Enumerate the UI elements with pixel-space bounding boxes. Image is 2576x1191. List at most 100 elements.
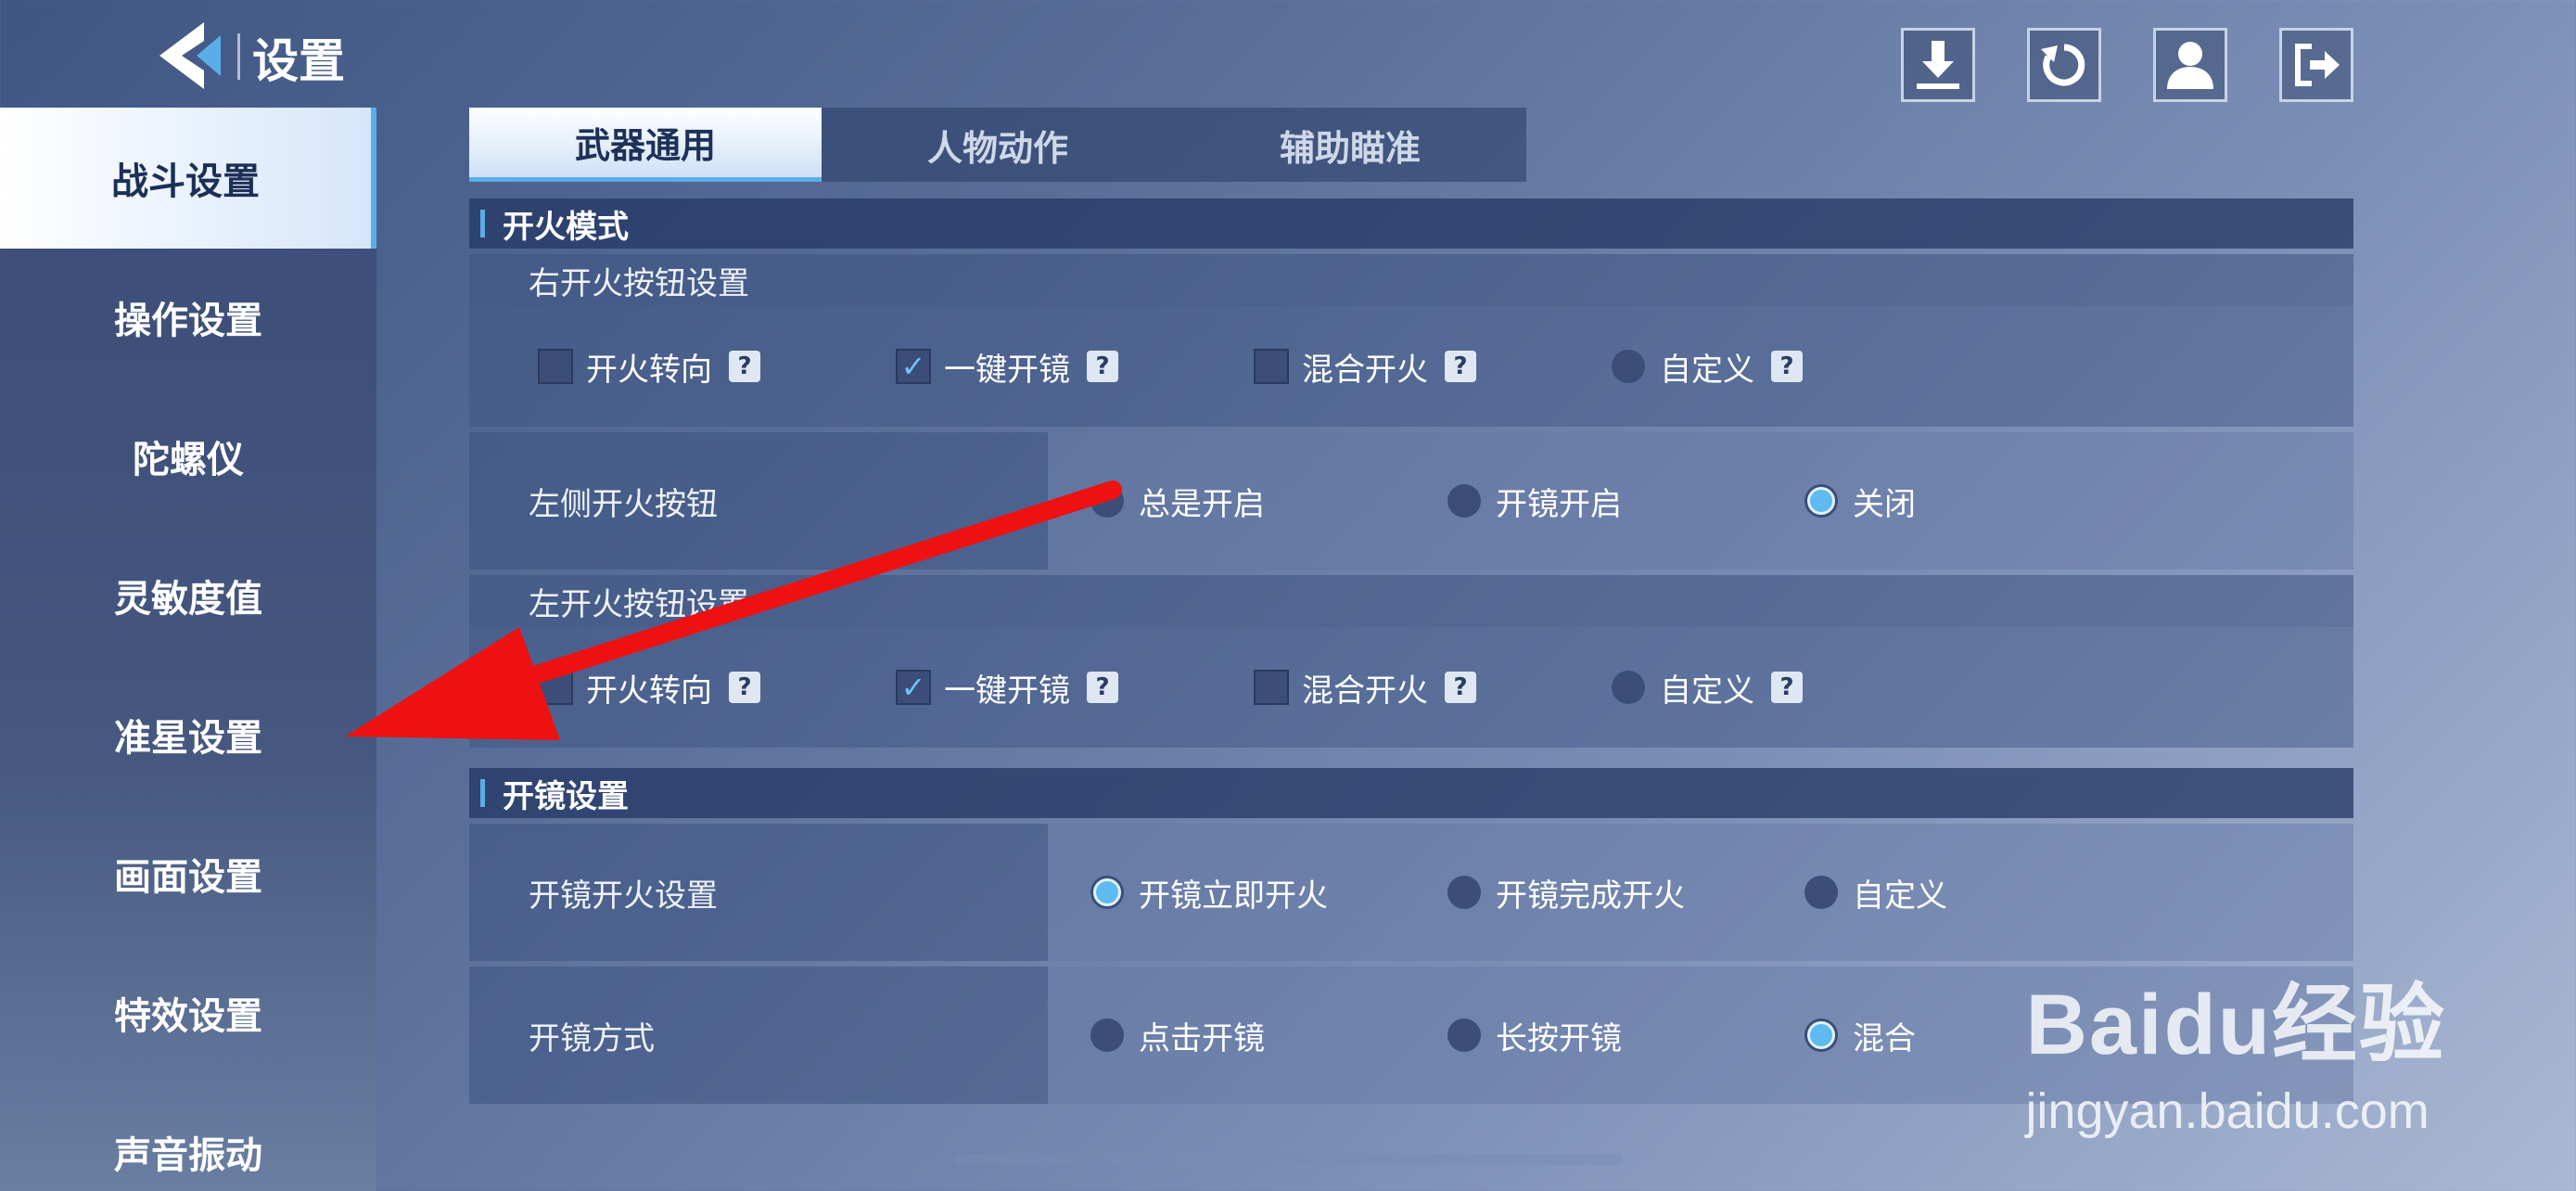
option-fire-turn[interactable]: 开火转向 ?: [538, 665, 896, 711]
option-label: 点击开镜: [1139, 1019, 1265, 1057]
left-side-fire-row: 左侧开火按钮 总是开启 开镜开启 关闭: [469, 432, 2353, 570]
tab-weapon-general[interactable]: 武器通用: [469, 108, 822, 182]
exit-icon[interactable]: [2279, 28, 2353, 102]
reset-icon[interactable]: [2027, 28, 2101, 102]
radio[interactable]: [1090, 1018, 1124, 1052]
option-label: 自定义: [1660, 672, 1754, 710]
sidebar-item-label: 声音振动: [114, 1134, 262, 1177]
help-icon[interactable]: ?: [729, 672, 760, 703]
radio[interactable]: [1090, 484, 1124, 518]
scope-fire-row: 开镜开火设置 开镜立即开火 开镜完成开火 自定义: [469, 824, 2353, 961]
sidebar-item-gyroscope[interactable]: 陀螺仪: [0, 386, 376, 527]
sidebar-item-audio[interactable]: 声音振动: [0, 1082, 376, 1191]
option-custom[interactable]: 自定义: [1804, 870, 2162, 916]
radio-selected[interactable]: [1090, 876, 1124, 909]
option-label: 开火转向: [586, 351, 712, 389]
help-icon[interactable]: ?: [1445, 672, 1476, 703]
help-icon[interactable]: ?: [1445, 351, 1476, 382]
option-label: 长按开镜: [1496, 1019, 1622, 1057]
option-label: 总是开启: [1139, 485, 1265, 523]
option-label: 开火转向: [586, 672, 712, 710]
left-fire-options: 开火转向 ? ✓ 一键开镜 ? 混合开火 ? 自定义 ?: [469, 627, 2353, 748]
section-scope: 开镜设置: [469, 768, 2353, 818]
scope-fire-label: 开镜开火设置: [469, 824, 1048, 961]
radio[interactable]: [1612, 671, 1645, 704]
option-always-on[interactable]: 总是开启: [1090, 479, 1447, 524]
sidebar-item-label: 画面设置: [114, 856, 262, 899]
left-fire-button-label: 左开火按钮设置: [469, 575, 2353, 627]
option-label: 关闭: [1853, 485, 1916, 523]
sidebar-item-crosshair[interactable]: 准星设置: [0, 664, 376, 805]
right-fire-button-label: 右开火按钮设置: [469, 254, 2353, 306]
option-hold-scope[interactable]: 长按开镜: [1447, 1013, 1804, 1058]
sidebar-item-label: 操作设置: [114, 300, 262, 342]
help-icon[interactable]: ?: [729, 351, 760, 382]
watermark-url: jingyan.baidu.com: [2025, 1083, 2429, 1139]
sidebar: 战斗设置 操作设置 陀螺仪 灵敏度值 准星设置 画面设置 特效设置 声音振动: [0, 108, 376, 1191]
sidebar-item-label: 灵敏度值: [114, 578, 262, 621]
download-icon[interactable]: [1901, 28, 1975, 102]
option-scope-instant-fire[interactable]: 开镜立即开火: [1090, 870, 1447, 916]
sidebar-item-sensitivity[interactable]: 灵敏度值: [0, 525, 376, 666]
option-label: 开镜开启: [1496, 485, 1622, 523]
option-label: 自定义: [1853, 877, 1947, 915]
sidebar-item-controls[interactable]: 操作设置: [0, 247, 376, 388]
scrollbar[interactable]: [955, 1154, 1623, 1165]
section-fire-mode: 开火模式: [469, 198, 2353, 249]
help-icon[interactable]: ?: [1771, 351, 1803, 382]
checkbox[interactable]: [1254, 349, 1289, 384]
sidebar-item-effects[interactable]: 特效设置: [0, 942, 376, 1083]
watermark-logo: Baidu经验: [2025, 978, 2446, 1072]
option-scope-complete-fire[interactable]: 开镜完成开火: [1447, 870, 1804, 916]
sidebar-item-label: 战斗设置: [111, 160, 260, 203]
option-scope-on[interactable]: 开镜开启: [1447, 479, 1804, 524]
tab-aim-assist[interactable]: 辅助瞄准: [1174, 108, 1526, 182]
profile-icon[interactable]: [2153, 28, 2227, 102]
checkbox[interactable]: [538, 349, 573, 384]
checkbox-checked[interactable]: ✓: [896, 349, 931, 384]
option-label: 混合: [1853, 1019, 1916, 1057]
option-custom[interactable]: 自定义 ?: [1612, 665, 1970, 711]
right-fire-options: 开火转向 ? ✓ 一键开镜 ? 混合开火 ? 自定义 ?: [469, 306, 2353, 427]
option-label: 混合开火: [1302, 351, 1428, 389]
help-icon[interactable]: ?: [1087, 672, 1118, 703]
header-divider: [237, 33, 240, 80]
option-one-key-scope[interactable]: ✓ 一键开镜 ?: [896, 665, 1254, 711]
radio-selected[interactable]: [1804, 1018, 1838, 1052]
tab-bar: 武器通用 人物动作 辅助瞄准: [469, 108, 1526, 182]
option-one-key-scope[interactable]: ✓ 一键开镜 ?: [896, 344, 1254, 390]
option-off[interactable]: 关闭: [1804, 479, 2162, 524]
left-side-fire-label: 左侧开火按钮: [469, 432, 1048, 570]
option-label: 一键开镜: [944, 351, 1070, 389]
option-label: 开镜立即开火: [1139, 877, 1328, 915]
checkbox-checked[interactable]: ✓: [896, 670, 931, 705]
option-tap-scope[interactable]: 点击开镜: [1090, 1013, 1447, 1058]
sidebar-item-label: 陀螺仪: [133, 439, 244, 481]
option-fire-turn[interactable]: 开火转向 ?: [538, 344, 896, 390]
help-icon[interactable]: ?: [1771, 672, 1803, 703]
radio-selected[interactable]: [1804, 484, 1838, 518]
radio[interactable]: [1447, 1018, 1481, 1052]
checkbox[interactable]: [1254, 670, 1289, 705]
sidebar-item-graphics[interactable]: 画面设置: [0, 803, 376, 944]
left-side-fire-options: 总是开启 开镜开启 关闭: [1048, 432, 2353, 570]
tab-character-action[interactable]: 人物动作: [822, 108, 1174, 182]
checkbox[interactable]: [538, 670, 573, 705]
radio[interactable]: [1447, 484, 1481, 518]
top-toolbar: [1901, 28, 2353, 102]
radio[interactable]: [1612, 350, 1645, 383]
option-mixed-fire[interactable]: 混合开火 ?: [1254, 665, 1612, 711]
radio[interactable]: [1447, 876, 1481, 909]
radio[interactable]: [1804, 876, 1838, 909]
sidebar-item-label: 准星设置: [114, 717, 262, 760]
option-label: 一键开镜: [944, 672, 1070, 710]
baidu-watermark: Baidu经验 jingyan.baidu.com: [2025, 955, 2446, 1140]
sidebar-item-combat[interactable]: 战斗设置: [0, 108, 376, 249]
option-mixed-fire[interactable]: 混合开火 ?: [1254, 344, 1612, 390]
page-title: 设置: [252, 34, 345, 88]
option-custom[interactable]: 自定义 ?: [1612, 344, 1970, 390]
sidebar-item-label: 特效设置: [114, 995, 262, 1038]
help-icon[interactable]: ?: [1087, 351, 1118, 382]
back-arrow-icon[interactable]: [158, 20, 223, 91]
